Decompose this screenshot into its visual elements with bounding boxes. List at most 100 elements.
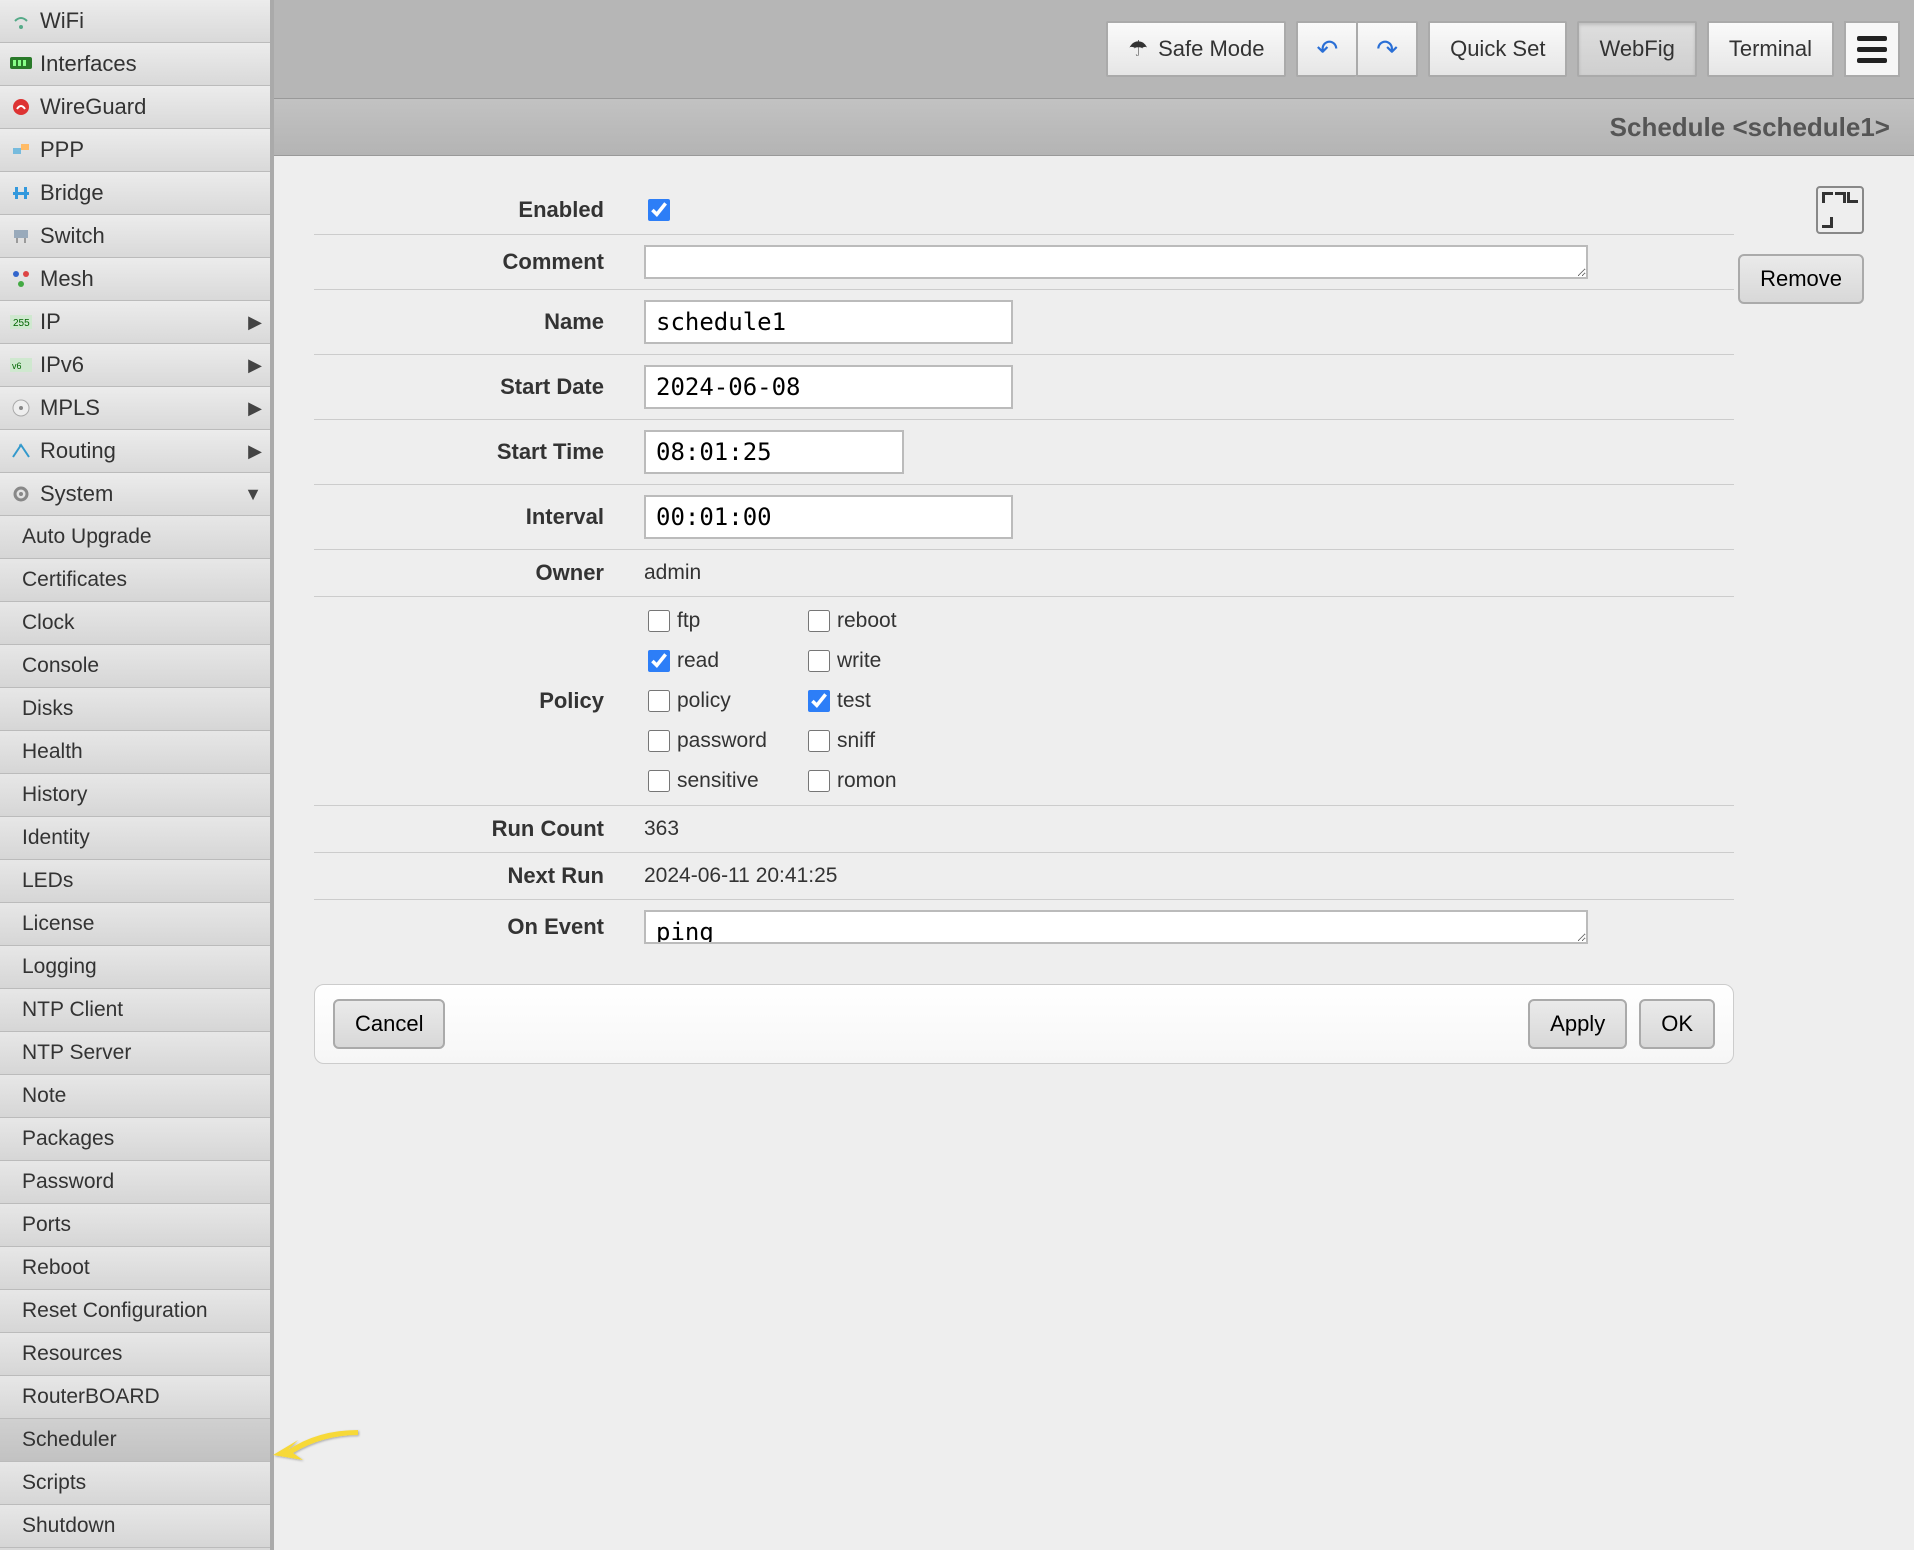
policy-read-checkbox[interactable] <box>648 650 670 672</box>
sidebar-sub-health[interactable]: Health <box>0 731 270 774</box>
sidebar-sub-packages[interactable]: Packages <box>0 1118 270 1161</box>
sidebar-sub-password[interactable]: Password <box>0 1161 270 1204</box>
chevron-right-icon: ▶ <box>248 441 262 462</box>
routing-icon <box>8 440 34 462</box>
sidebar-item-ppp[interactable]: PPP <box>0 129 270 172</box>
sidebar-sub-note[interactable]: Note <box>0 1075 270 1118</box>
sidebar-sub-leds[interactable]: LEDs <box>0 860 270 903</box>
policy-policy-label: policy <box>677 689 731 713</box>
policy-test-label: test <box>837 689 871 713</box>
sidebar-sub-ntp-client[interactable]: NTP Client <box>0 989 270 1032</box>
sidebar-sub-logging[interactable]: Logging <box>0 946 270 989</box>
remove-button[interactable]: Remove <box>1738 254 1864 304</box>
sidebar-item-system[interactable]: System▼ <box>0 473 270 516</box>
safe-mode-button[interactable]: ☂ Safe Mode <box>1106 21 1286 77</box>
policy-ftp-checkbox[interactable] <box>648 610 670 632</box>
policy-policy-checkbox[interactable] <box>648 690 670 712</box>
sidebar-item-ip[interactable]: 255IP▶ <box>0 301 270 344</box>
chevron-right-icon: ▶ <box>248 312 262 333</box>
sidebar-sub-resources[interactable]: Resources <box>0 1333 270 1376</box>
sidebar-sub-routerboard[interactable]: RouterBOARD <box>0 1376 270 1419</box>
sidebar-sub-license[interactable]: License <box>0 903 270 946</box>
sidebar-sub-ports[interactable]: Ports <box>0 1204 270 1247</box>
sidebar-label: IP <box>40 309 61 335</box>
policy-reboot-checkbox[interactable] <box>808 610 830 632</box>
topbar: ☂ Safe Mode ↶ ↷ Quick Set WebFig Termina… <box>274 0 1914 98</box>
policy-romon-label: romon <box>837 769 897 793</box>
policy-test: test <box>804 687 964 715</box>
comment-label: Comment <box>314 249 644 275</box>
sidebar-item-wireguard[interactable]: WireGuard <box>0 86 270 129</box>
policy-sniff-checkbox[interactable] <box>808 730 830 752</box>
chevron-right-icon: ▶ <box>248 355 262 376</box>
start-time-select[interactable]: 08:01:25 <box>644 430 904 474</box>
sidebar: WiFiInterfacesWireGuard PPP BridgeSwitchMe… <box>0 0 274 1550</box>
wifi-icon <box>8 10 34 32</box>
sidebar-sub-console[interactable]: Console <box>0 645 270 688</box>
policy-read-label: read <box>677 649 719 673</box>
sidebar-sub-reboot[interactable]: Reboot <box>0 1247 270 1290</box>
sidebar-sub-certificates[interactable]: Certificates <box>0 559 270 602</box>
cancel-button[interactable]: Cancel <box>333 999 445 1049</box>
sidebar-sub-identity[interactable]: Identity <box>0 817 270 860</box>
next-run-value: 2024-06-11 20:41:25 <box>644 864 837 888</box>
owner-label: Owner <box>314 560 644 586</box>
policy-ftp: ftp <box>644 607 804 635</box>
enabled-checkbox[interactable] <box>648 199 670 221</box>
interfaces-icon <box>8 53 34 75</box>
interval-label: Interval <box>314 504 644 530</box>
policy-romon-checkbox[interactable] <box>808 770 830 792</box>
sidebar-sub-disks[interactable]: Disks <box>0 688 270 731</box>
sidebar-item-routing[interactable]: Routing▶ <box>0 430 270 473</box>
sidebar-item-switch[interactable]: Switch <box>0 215 270 258</box>
name-input[interactable] <box>644 300 1013 344</box>
sidebar-item-wifi[interactable]: WiFi <box>0 0 270 43</box>
sidebar-sub-auto-upgrade[interactable]: Auto Upgrade <box>0 516 270 559</box>
apply-button[interactable]: Apply <box>1528 999 1627 1049</box>
redo-icon: ↷ <box>1376 34 1398 65</box>
start-date-input[interactable] <box>644 365 1013 409</box>
ppp-icon <box>8 139 34 161</box>
policy-reboot: reboot <box>804 607 964 635</box>
sidebar-item-ipv6[interactable]: v6IPv6▶ <box>0 344 270 387</box>
on-event-input[interactable] <box>644 910 1588 944</box>
ok-button[interactable]: OK <box>1639 999 1715 1049</box>
terminal-button[interactable]: Terminal <box>1707 21 1834 77</box>
wireguard-icon <box>8 96 34 118</box>
policy-sensitive-checkbox[interactable] <box>648 770 670 792</box>
sidebar-item-mpls[interactable]: MPLS▶ <box>0 387 270 430</box>
system-icon <box>8 483 34 505</box>
next-run-label: Next Run <box>314 863 644 889</box>
policy-sensitive-label: sensitive <box>677 769 759 793</box>
policy-password-label: password <box>677 729 767 753</box>
run-count-value: 363 <box>644 817 679 841</box>
start-time-label: Start Time <box>314 439 644 465</box>
sidebar-item-bridge[interactable]: Bridge <box>0 172 270 215</box>
webfig-button[interactable]: WebFig <box>1577 21 1696 77</box>
mesh-icon <box>8 268 34 290</box>
sidebar-sub-clock[interactable]: Clock <box>0 602 270 645</box>
sidebar-sub-history[interactable]: History <box>0 774 270 817</box>
sidebar-sub-shutdown[interactable]: Shutdown <box>0 1505 270 1548</box>
sidebar-sub-scheduler[interactable]: Scheduler <box>0 1419 270 1462</box>
sidebar-label: PPP <box>40 137 84 163</box>
interval-input[interactable] <box>644 495 1013 539</box>
comment-input[interactable] <box>644 245 1588 279</box>
sidebar-sub-scripts[interactable]: Scripts <box>0 1462 270 1505</box>
menu-button[interactable] <box>1844 21 1900 77</box>
undo-button[interactable]: ↶ <box>1296 21 1356 77</box>
redo-button[interactable]: ↷ <box>1356 21 1418 77</box>
quick-set-button[interactable]: Quick Set <box>1428 21 1567 77</box>
policy-password-checkbox[interactable] <box>648 730 670 752</box>
sidebar-item-mesh[interactable]: Mesh <box>0 258 270 301</box>
sidebar-item-interfaces[interactable]: Interfaces <box>0 43 270 86</box>
policy-write-checkbox[interactable] <box>808 650 830 672</box>
policy-sniff: sniff <box>804 727 964 755</box>
fullscreen-icon[interactable] <box>1816 186 1864 234</box>
policy-test-checkbox[interactable] <box>808 690 830 712</box>
sidebar-sub-reset-configuration[interactable]: Reset Configuration <box>0 1290 270 1333</box>
sidebar-label: System <box>40 481 113 507</box>
footer-bar: Cancel Apply OK <box>314 984 1734 1064</box>
safe-mode-label: Safe Mode <box>1158 36 1264 62</box>
sidebar-sub-ntp-server[interactable]: NTP Server <box>0 1032 270 1075</box>
